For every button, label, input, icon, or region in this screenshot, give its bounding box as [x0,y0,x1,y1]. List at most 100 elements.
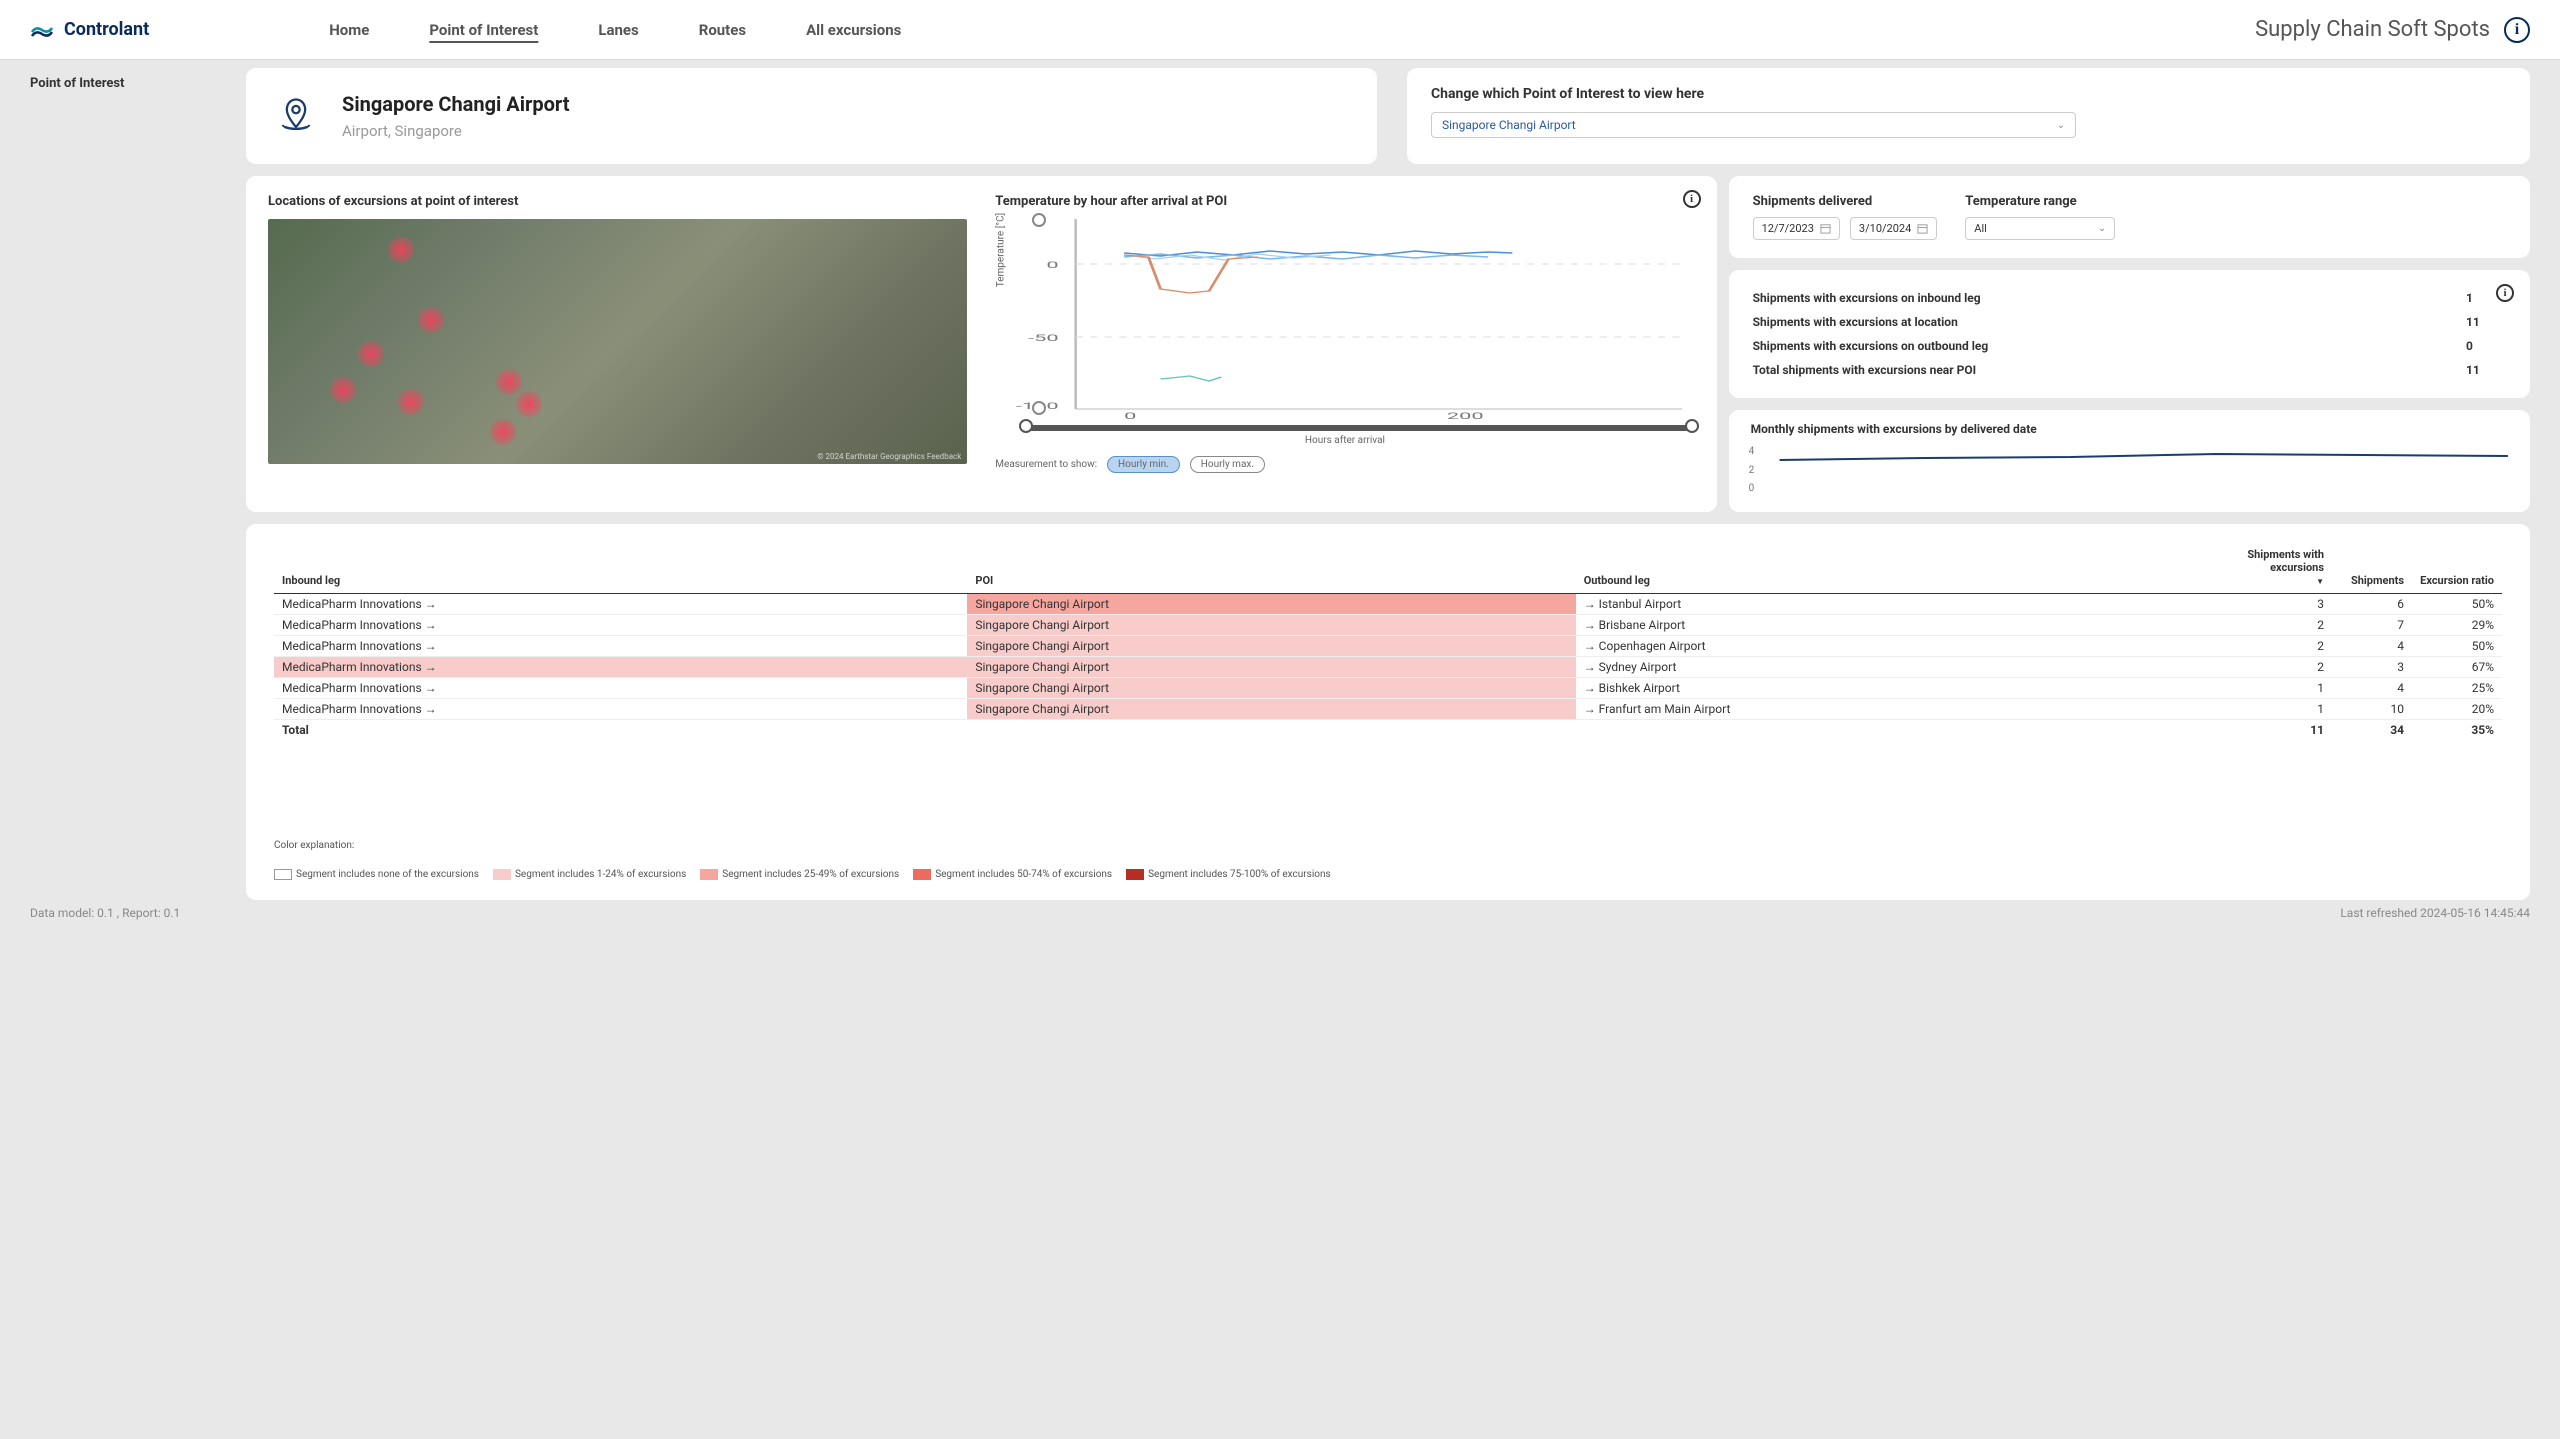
right-column: Shipments delivered 12/7/2023 3/10/2024 [1729,176,2530,512]
cell-inbound: MedicaPharm Innovations → [274,699,967,720]
footer: Data model: 0.1 , Report: 0.1 Last refre… [0,904,2560,926]
cell-inbound: MedicaPharm Innovations → [274,678,967,699]
table-total-row: Total113435% [274,720,2502,741]
footer-right: Last refreshed 2024-05-16 14:45:44 [2340,906,2530,920]
top-header: Controlant Home Point of Interest Lanes … [0,0,2560,60]
cell-poi: Singapore Changi Airport [967,657,1575,678]
stat-value: 11 [2466,363,2506,377]
cell-poi: Singapore Changi Airport [967,615,1575,636]
map-temp-card: i Locations of excursions at point of in… [246,176,1717,512]
stat-label: Shipments with excursions at location [1753,315,2466,329]
date-from-input[interactable]: 12/7/2023 [1753,217,1840,240]
mid-row: i Locations of excursions at point of in… [246,176,2530,512]
cell-total-ratio: 35% [2412,720,2502,741]
chevron-down-icon: ⌄ [2098,223,2106,234]
stat-label: Shipments with excursions on outbound le… [1753,339,2466,353]
cell-inbound: MedicaPharm Innovations → [274,636,967,657]
hourly-min-button[interactable]: Hourly min. [1107,456,1180,473]
info-icon[interactable]: i [2504,17,2530,43]
map-title: Locations of excursions at point of inte… [268,194,967,209]
svg-text:200: 200 [1447,411,1484,419]
footer-left: Data model: 0.1 , Report: 0.1 [30,906,180,920]
table-row[interactable]: MedicaPharm Innovations →Singapore Chang… [274,657,2502,678]
nav-tab-lanes[interactable]: Lanes [598,21,638,39]
table-row[interactable]: MedicaPharm Innovations →Singapore Chang… [274,594,2502,615]
x-range-slider[interactable] [1023,425,1694,431]
temp-chart-xlabel: Hours after arrival [995,435,1694,446]
table-row[interactable]: MedicaPharm Innovations →Singapore Chang… [274,636,2502,657]
cell-inbound: MedicaPharm Innovations → [274,594,967,615]
monthly-chart[interactable]: 4 2 0 [1751,446,2508,494]
cell-total-swe: 11 [2237,720,2332,741]
color-legend: Color explanation: Segment includes none… [274,840,2502,880]
col-inbound[interactable]: Inbound leg [274,542,967,594]
col-ratio[interactable]: Excursion ratio [2412,542,2502,594]
stat-row: Shipments with excursions on outbound le… [1753,334,2506,358]
excursion-table: Inbound leg POI Outbound leg Shipments w… [274,542,2502,740]
col-poi[interactable]: POI [967,542,1575,594]
temp-chart-ylabel: Temperature [°C] [996,213,1007,287]
left-sidebar: Point of Interest [30,68,230,900]
info-icon[interactable]: i [2496,284,2514,302]
poi-selector-value: Singapore Changi Airport [1442,118,1576,132]
nav-tab-excursions[interactable]: All excursions [806,21,901,39]
cell-poi: Singapore Changi Airport [967,678,1575,699]
temp-range-select[interactable]: All ⌄ [1965,217,2115,240]
nav-tab-routes[interactable]: Routes [699,21,746,39]
calendar-icon [1820,223,1831,234]
cell-swe: 2 [2237,636,2332,657]
col-shipments[interactable]: Shipments [2332,542,2412,594]
temp-range-label: Temperature range [1965,194,2115,209]
nav-tab-home[interactable]: Home [329,21,369,39]
date-to-input[interactable]: 3/10/2024 [1850,217,1937,240]
monthly-y-ticks: 4 2 0 [1749,446,1755,494]
stat-row: Total shipments with excursions near POI… [1753,358,2506,382]
cell-ratio: 67% [2412,657,2502,678]
poi-selector-label: Change which Point of Interest to view h… [1431,86,2506,102]
poi-selector-dropdown[interactable]: Singapore Changi Airport ⌄ [1431,112,2076,138]
filters-card: Shipments delivered 12/7/2023 3/10/2024 [1729,176,2530,258]
satellite-map[interactable]: © 2024 Earthstar Geographics Feedback [268,219,967,464]
cell-swe: 1 [2237,699,2332,720]
col-outbound[interactable]: Outbound leg [1576,542,2237,594]
stat-value: 11 [2466,315,2506,329]
cell-inbound: MedicaPharm Innovations → [274,657,967,678]
temp-chart-section: Temperature by hour after arrival at POI… [995,194,1694,494]
svg-text:0: 0 [1124,411,1136,419]
svg-text:0: 0 [1047,260,1059,270]
cell-ratio: 50% [2412,594,2502,615]
hourly-max-button[interactable]: Hourly max. [1190,456,1265,473]
cell-outbound: → Bishkek Airport [1576,678,2237,699]
brand-name: Controlant [64,19,149,40]
cell-shipments: 4 [2332,636,2412,657]
brand-logo: Controlant [30,18,149,42]
breadcrumb: Point of Interest [30,68,230,99]
table-row[interactable]: MedicaPharm Innovations →Singapore Chang… [274,699,2502,720]
cell-poi: Singapore Changi Airport [967,699,1575,720]
stat-label: Shipments with excursions on inbound leg [1753,291,2466,305]
cell-ratio: 50% [2412,636,2502,657]
excursion-table-card: Inbound leg POI Outbound leg Shipments w… [246,524,2530,900]
table-row[interactable]: MedicaPharm Innovations →Singapore Chang… [274,615,2502,636]
cell-shipments: 10 [2332,699,2412,720]
nav-tab-poi[interactable]: Point of Interest [429,21,538,39]
cell-total-shipments: 34 [2332,720,2412,741]
main-column: Singapore Changi Airport Airport, Singap… [246,68,2530,900]
header-right-title: Supply Chain Soft Spots [2255,17,2490,42]
cell-swe: 1 [2237,678,2332,699]
cell-ratio: 29% [2412,615,2502,636]
cell-outbound: → Brisbane Airport [1576,615,2237,636]
temp-chart-title: Temperature by hour after arrival at POI [995,194,1694,209]
cell-poi: Singapore Changi Airport [967,594,1575,615]
poi-subtitle: Airport, Singapore [342,122,569,140]
temp-chart[interactable]: Temperature [°C] 0 -50 -100 0 [1015,219,1694,419]
nav-tabs: Home Point of Interest Lanes Routes All … [329,21,901,39]
temp-range-filter: Temperature range All ⌄ [1965,194,2115,240]
cell-swe: 2 [2237,615,2332,636]
stat-value: 0 [2466,339,2506,353]
table-row[interactable]: MedicaPharm Innovations →Singapore Chang… [274,678,2502,699]
chevron-down-icon: ⌄ [2057,120,2065,131]
cell-outbound: → Sydney Airport [1576,657,2237,678]
page-body: Point of Interest Singapore Changi Airpo… [0,60,2560,904]
col-swe[interactable]: Shipments with excursions▼ [2237,542,2332,594]
